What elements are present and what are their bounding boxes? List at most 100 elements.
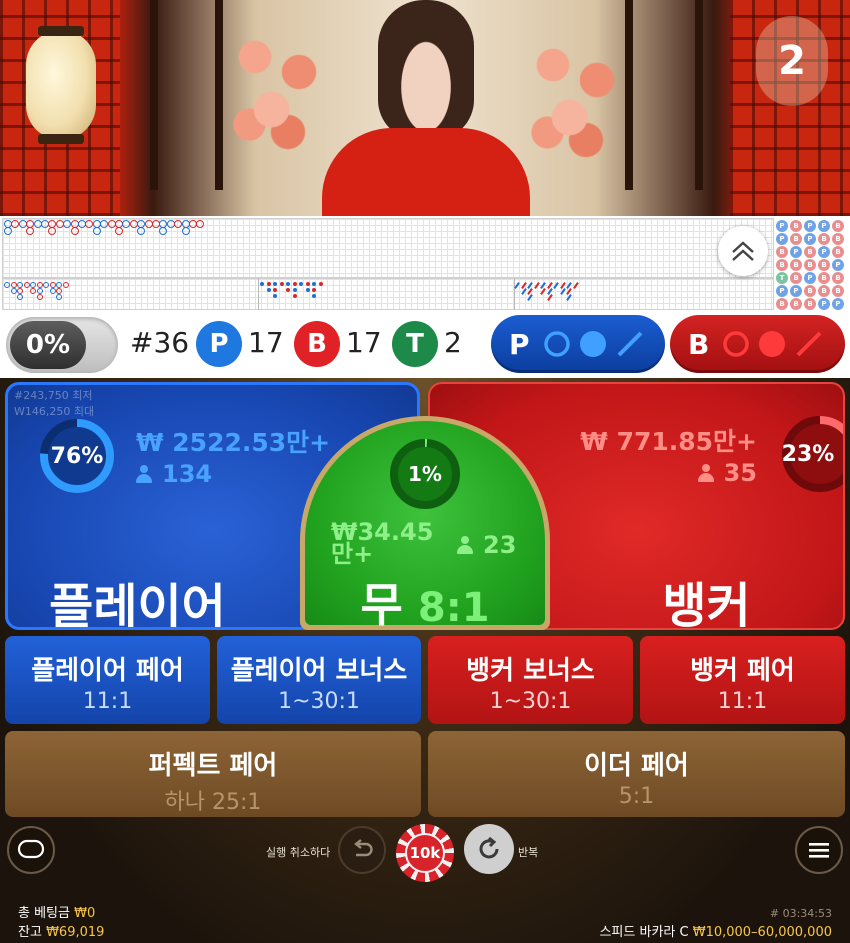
derived-road-mark bbox=[312, 282, 316, 286]
bead-road-mark: P bbox=[776, 233, 788, 245]
expand-roadmap-button[interactable] bbox=[718, 226, 768, 276]
tie-odds: 8:1 bbox=[417, 585, 490, 631]
derived-road-mark bbox=[292, 282, 297, 286]
table-name: 스피드 바카라 C bbox=[599, 925, 689, 940]
big-road-mark bbox=[115, 227, 123, 235]
banker-wins-badge: B bbox=[294, 321, 340, 367]
round-timer: 2 bbox=[756, 16, 828, 106]
chip-value: 10k bbox=[405, 833, 445, 873]
player-wins-badge: P bbox=[196, 321, 242, 367]
dealer-dress bbox=[322, 128, 530, 216]
bead-road-mark: B bbox=[818, 233, 830, 245]
banker-bonus-label: 뱅커 보너스 bbox=[466, 656, 595, 686]
ask-road-symbols-icon bbox=[544, 331, 643, 357]
derived-road-mark bbox=[286, 288, 290, 292]
bead-road-mark: B bbox=[790, 233, 802, 245]
bead-road-mark: B bbox=[790, 259, 802, 271]
bead-road-mark: P bbox=[790, 246, 802, 258]
derived-road-mark bbox=[49, 288, 56, 294]
player-ghost-min: #243,750 최저 bbox=[14, 389, 93, 402]
tie-count: 2 bbox=[444, 326, 462, 359]
bead-road-mark: B bbox=[790, 220, 802, 232]
bead-road-mark: B bbox=[818, 272, 830, 284]
banker-pair-bet[interactable]: 뱅커 페어 11:1 bbox=[640, 636, 845, 724]
bead-road-mark: P bbox=[804, 233, 816, 245]
derived-road-mark bbox=[266, 288, 271, 292]
player-pair-odds: 11:1 bbox=[82, 689, 133, 714]
banker-total-amount: ₩ 771.85만+ bbox=[580, 427, 757, 456]
derived-road-mark bbox=[17, 294, 23, 300]
undo-button[interactable] bbox=[338, 826, 386, 874]
derived-road-mark bbox=[273, 282, 277, 286]
player-pair-bet[interactable]: 플레이어 페어 11:1 bbox=[5, 636, 210, 724]
banker-bonus-odds: 1~30:1 bbox=[489, 689, 572, 714]
player-bettor-count: 134 bbox=[136, 460, 212, 488]
wallet-info: 총 베팅금 ₩0 잔고 ₩69,019 bbox=[18, 904, 104, 942]
bead-road-mark: B bbox=[818, 259, 830, 271]
player-percent-gauge: 76% bbox=[38, 417, 116, 495]
tie-total-amount: ₩34.45 만+ bbox=[331, 518, 434, 568]
tie-percent: 1% bbox=[408, 462, 442, 486]
bead-road-mark: P bbox=[776, 220, 788, 232]
player-total-amount: ₩ 2522.53만+ bbox=[136, 428, 331, 457]
menu-button[interactable] bbox=[795, 826, 843, 874]
banker-bettor-count: 35 bbox=[697, 459, 757, 487]
bead-road-mark: T bbox=[776, 272, 788, 284]
either-pair-bet[interactable]: 이더 페어 5:1 bbox=[428, 731, 845, 817]
tie-percent-gauge: 1% bbox=[386, 435, 464, 513]
bead-road-mark: P bbox=[804, 220, 816, 232]
banker-ask-road-button[interactable]: B bbox=[670, 315, 845, 373]
betting-table: #243,750 최저 W146,250 최대 76% ₩ 2522.53만+ … bbox=[0, 378, 850, 943]
derived-road-mark bbox=[4, 282, 10, 288]
derived-road-mark bbox=[292, 294, 297, 298]
derived-road-mark bbox=[36, 294, 43, 300]
chip-selector[interactable]: 10k bbox=[396, 824, 454, 882]
perfect-pair-bet[interactable]: 퍼펙트 페어 하나 25:1 bbox=[5, 731, 421, 817]
bead-road-mark: B bbox=[790, 272, 802, 284]
derived-road-mark bbox=[260, 282, 264, 286]
big-road-mark bbox=[4, 227, 12, 235]
big-road-mark bbox=[181, 227, 190, 235]
bead-road-mark: B bbox=[804, 259, 816, 271]
tie-bettor-count: 23 bbox=[457, 531, 516, 559]
percent-toggle[interactable]: 0% bbox=[6, 317, 118, 373]
tie-label: 무 bbox=[360, 578, 403, 632]
player-percent: 76% bbox=[50, 443, 104, 469]
banker-pair-odds: 11:1 bbox=[717, 689, 768, 714]
derived-road-mark bbox=[23, 282, 30, 288]
ask-player-letter: P bbox=[509, 327, 530, 361]
player-bonus-bet[interactable]: 플레이어 보너스 1~30:1 bbox=[217, 636, 421, 724]
derived-road-mark bbox=[266, 282, 271, 286]
derived-road-mark bbox=[318, 282, 323, 286]
chat-icon bbox=[17, 839, 45, 859]
person-icon bbox=[136, 465, 152, 483]
percent-toggle-knob: 0% bbox=[10, 321, 86, 369]
derived-road-mark bbox=[305, 282, 310, 286]
bead-road-mark: B bbox=[776, 246, 788, 258]
derived-road-mark bbox=[62, 282, 69, 288]
scoreboard-roadmap[interactable]: PPBBTPBBBPBBPBPPBBPBBPBPBBBPBBBPBBP bbox=[0, 216, 850, 312]
bead-road-mark: P bbox=[818, 220, 830, 232]
banker-bonus-bet[interactable]: 뱅커 보너스 1~30:1 bbox=[428, 636, 633, 724]
banker-percent-gauge: 23% bbox=[780, 414, 843, 494]
player-ask-road-button[interactable]: P bbox=[491, 315, 665, 373]
undo-label: 실행 취소하다 bbox=[266, 846, 331, 859]
repeat-button[interactable] bbox=[464, 824, 514, 874]
bead-road-mark: B bbox=[818, 285, 830, 297]
big-road-mark bbox=[92, 227, 101, 235]
chevron-double-up-icon bbox=[732, 241, 754, 261]
blossom-right bbox=[520, 20, 630, 170]
speed-baccarat-app: 2 PPBBTPBBBPBBPBPPBBPBBPBPBBBPBBBPBBP 0%… bbox=[0, 0, 850, 943]
either-pair-label: 이더 페어 bbox=[584, 751, 689, 781]
bead-road-mark: P bbox=[818, 298, 830, 310]
player-wins-count: 17 bbox=[248, 326, 284, 359]
banker-pair-label: 뱅커 페어 bbox=[690, 656, 795, 686]
balance-value: ₩69,019 bbox=[46, 925, 105, 940]
chat-button[interactable] bbox=[7, 826, 55, 874]
table-limits: ₩10,000–60,000,000 bbox=[692, 925, 832, 940]
derived-road-mark bbox=[286, 282, 290, 286]
bead-road-mark: B bbox=[790, 298, 802, 310]
derived-road-mark bbox=[292, 288, 297, 292]
total-bet-label: 총 베팅금 bbox=[18, 906, 70, 921]
repeat-icon bbox=[479, 836, 499, 859]
